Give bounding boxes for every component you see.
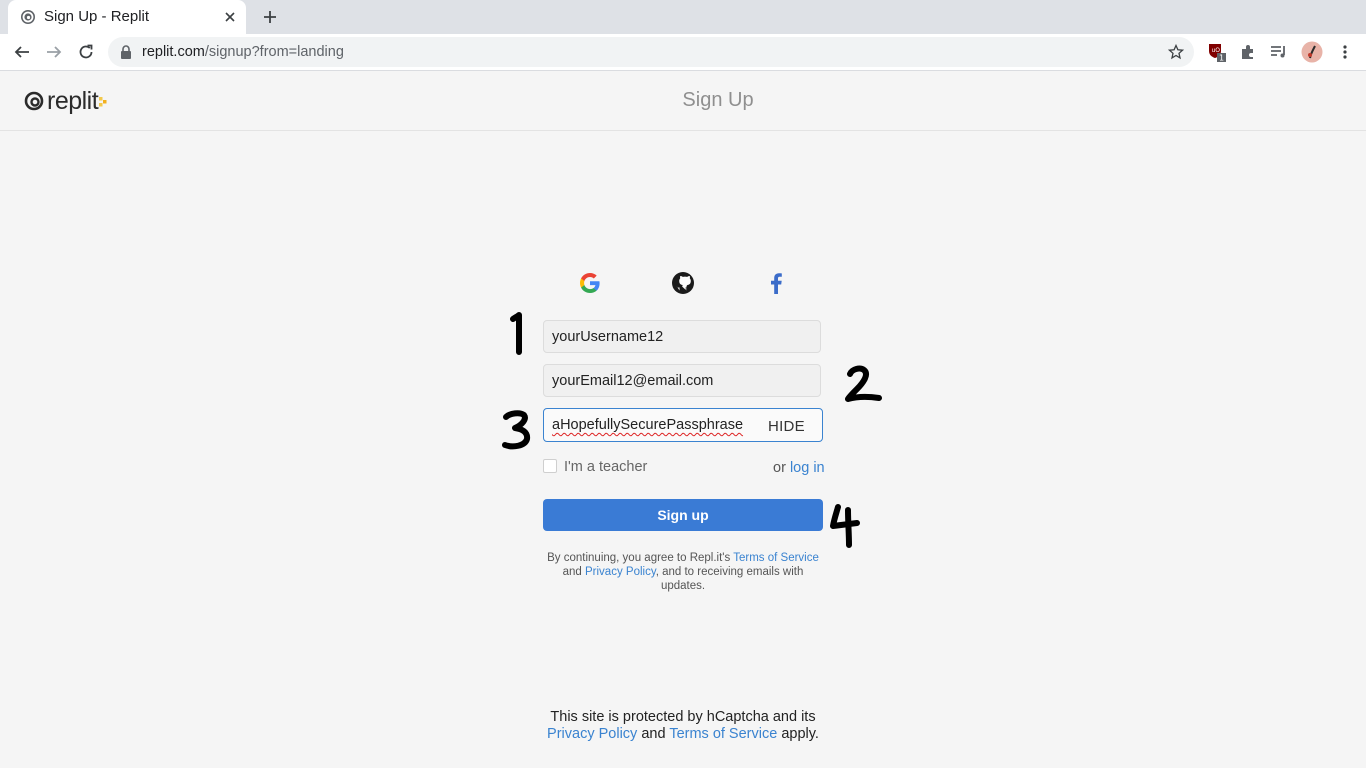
annotation-number-3 xyxy=(502,410,531,450)
hcaptcha-privacy-link[interactable]: Privacy Policy xyxy=(547,726,637,742)
site-header: replit Sign Up xyxy=(0,71,1366,131)
username-input[interactable] xyxy=(544,321,820,352)
hcaptcha-terms-link[interactable]: Terms of Service xyxy=(669,726,777,742)
extensions-puzzle-icon[interactable] xyxy=(1236,40,1260,64)
media-queue-icon[interactable] xyxy=(1267,40,1291,64)
hcaptcha-notice: This site is protected by hCaptcha and i… xyxy=(547,709,819,742)
reload-icon[interactable] xyxy=(74,40,98,64)
browser-menu-icon[interactable] xyxy=(1333,40,1357,64)
browser-toolbar: replit.com/signup?from=landing uO 1 xyxy=(0,34,1366,71)
signup-button[interactable]: Sign up xyxy=(543,499,823,531)
facebook-signin-icon[interactable] xyxy=(763,270,789,296)
lock-icon xyxy=(121,45,131,59)
annotation-number-4 xyxy=(830,504,860,548)
tab-title: Sign Up - Replit xyxy=(44,8,150,25)
teacher-label: I'm a teacher xyxy=(564,459,648,475)
url-text: replit.com/signup?from=landing xyxy=(142,44,344,60)
browser-tab[interactable]: Sign Up - Replit xyxy=(8,0,246,34)
password-field[interactable]: aHopefullySecurePassphrase HIDE xyxy=(543,408,823,442)
teacher-checkbox[interactable] xyxy=(543,459,557,473)
terms-notice: By continuing, you agree to Repl.it's Te… xyxy=(547,552,819,592)
page-title: Sign Up xyxy=(682,89,754,111)
annotation-number-1 xyxy=(510,312,522,355)
terms-of-service-link[interactable]: Terms of Service xyxy=(733,552,819,564)
profile-avatar-icon[interactable] xyxy=(1300,40,1324,64)
close-tab-icon[interactable] xyxy=(220,7,240,27)
back-arrow-icon[interactable] xyxy=(10,40,34,64)
password-input[interactable]: aHopefullySecurePassphrase xyxy=(552,417,743,433)
replit-favicon-icon xyxy=(21,10,35,24)
address-bar[interactable]: replit.com/signup?from=landing xyxy=(108,37,1194,67)
email-field[interactable] xyxy=(543,364,821,397)
login-prompt: or log in xyxy=(773,460,825,476)
new-tab-icon[interactable] xyxy=(258,5,282,29)
browser-tabstrip: Sign Up - Replit xyxy=(0,0,1366,34)
google-signin-icon[interactable] xyxy=(577,270,603,296)
bookmark-star-icon[interactable] xyxy=(1166,42,1186,62)
github-signin-icon[interactable] xyxy=(670,270,696,296)
username-field[interactable] xyxy=(543,320,821,353)
privacy-policy-link[interactable]: Privacy Policy xyxy=(585,566,656,578)
email-input[interactable] xyxy=(544,365,820,396)
hide-password-button[interactable]: HIDE xyxy=(768,418,805,435)
ublock-extension-icon[interactable]: uO 1 xyxy=(1205,40,1229,64)
annotation-number-2 xyxy=(845,365,882,402)
login-link[interactable]: log in xyxy=(790,460,825,476)
forward-arrow-icon[interactable] xyxy=(42,40,66,64)
extension-badge: 1 xyxy=(1219,54,1224,63)
